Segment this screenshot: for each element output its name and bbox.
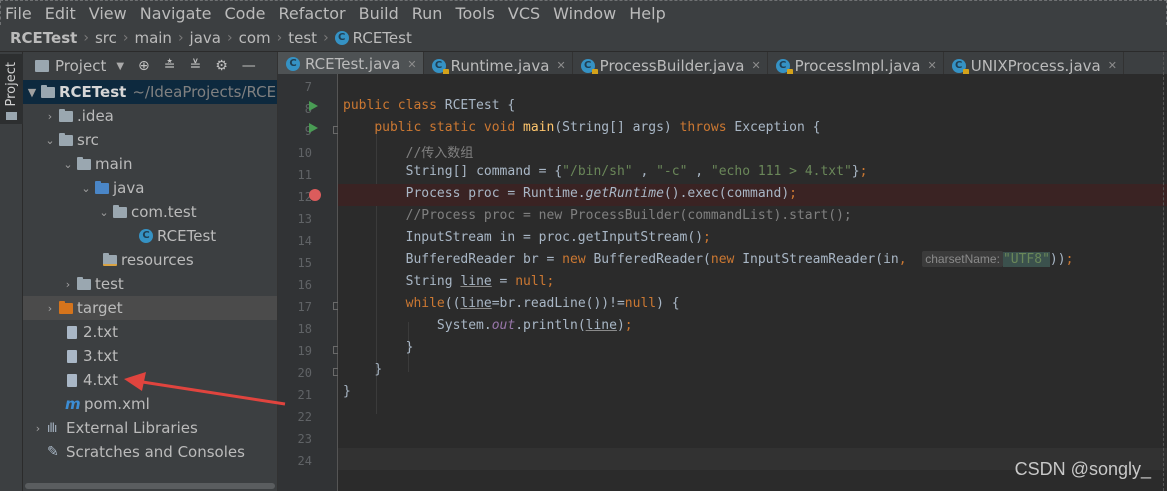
annotation-arrow-head [124, 372, 146, 391]
annotation-arrow-icon [124, 372, 286, 406]
annotation-arrow-shaft [135, 379, 286, 406]
watermark: CSDN @songly_ [1014, 459, 1151, 479]
